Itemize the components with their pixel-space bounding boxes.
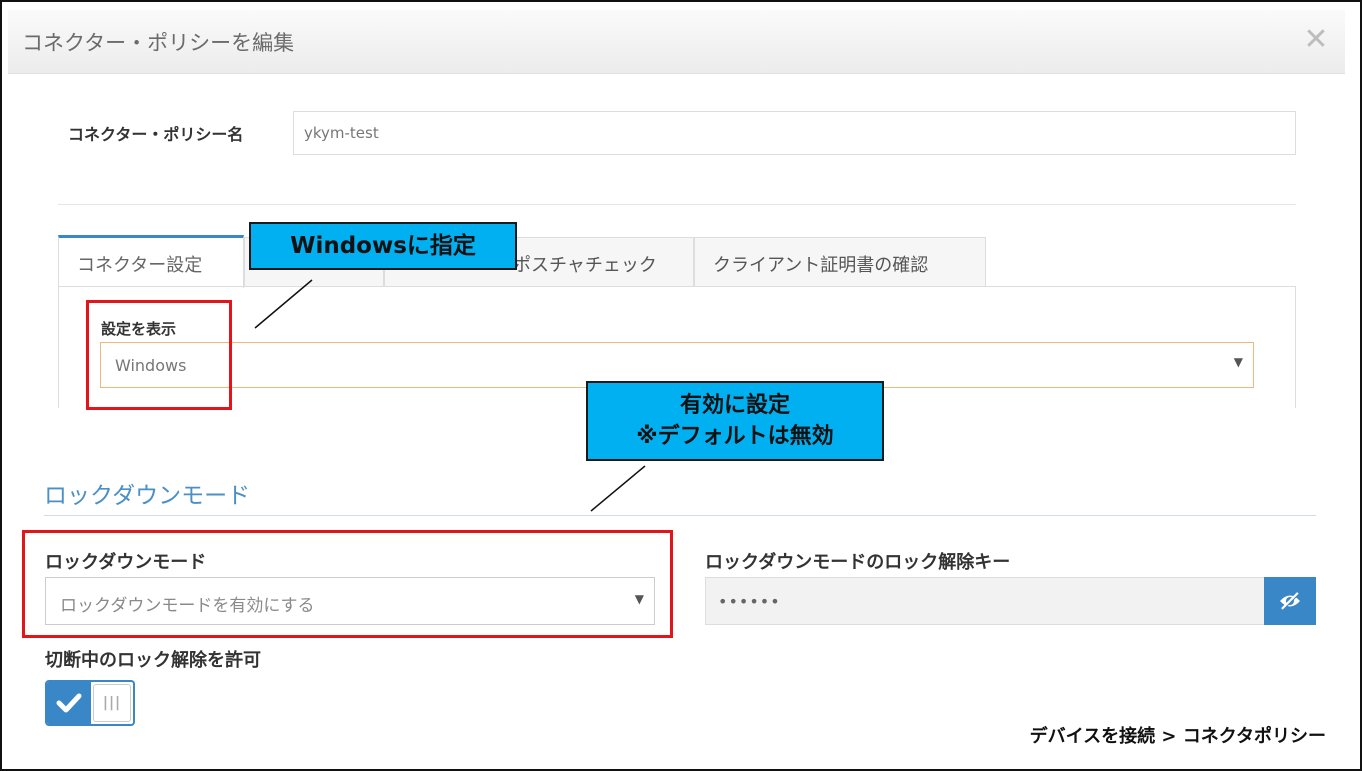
breadcrumb-caption: デバイスを接続 > コネクタポリシー (1029, 726, 1326, 747)
leader-line-windows (254, 279, 313, 329)
callout-windows: Windowsに指定 (249, 222, 517, 270)
callout-enable-line1: 有効に設定 (679, 393, 790, 418)
callout-enable: 有効に設定 ※デフォルトは無効 (586, 381, 884, 461)
callout-enable-line2: ※デフォルトは無効 (636, 424, 834, 449)
leader-line-enable (590, 465, 646, 512)
